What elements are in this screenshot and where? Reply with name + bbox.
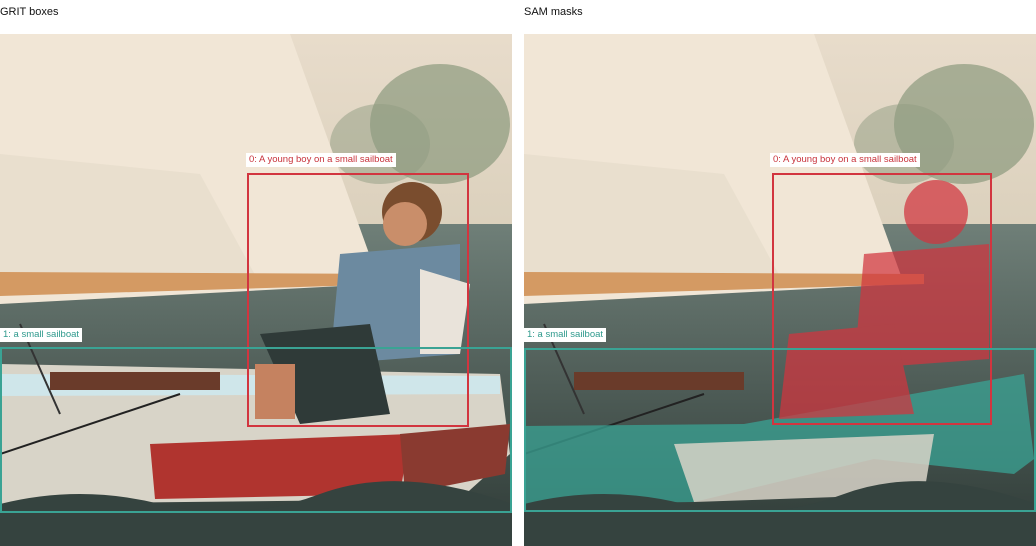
sailboat-box-label: 1: a small sailboat [0,328,83,342]
sailboat-bounding-box-right [524,348,1036,512]
left-panel-title: GRIT boxes [0,6,59,18]
sam-masks-panel: 0: A young boy on a small sailboat 1: a … [524,34,1036,546]
sailboat-mask-label: 1: a small sailboat [524,328,607,342]
grit-boxes-panel: 0: A young boy on a small sailboat 1: a … [0,34,512,546]
sailboat-bounding-box [0,347,512,513]
right-panel-title: SAM masks [524,6,583,18]
boy-mask-label: 0: A young boy on a small sailboat [770,153,920,167]
boy-box-label: 0: A young boy on a small sailboat [246,153,396,167]
